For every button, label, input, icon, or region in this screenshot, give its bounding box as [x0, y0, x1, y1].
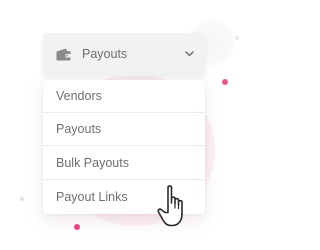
payouts-dropdown-illustration: Payouts Vendors Payouts Bulk Payouts Pay… [0, 0, 250, 250]
menu-item-label: Vendors [56, 89, 102, 103]
menu-divider [43, 179, 205, 180]
decorative-pink-dot [222, 79, 228, 85]
menu-item-label: Payout Links [56, 190, 128, 204]
menu-item-vendors[interactable]: Vendors [43, 80, 205, 113]
wallet-icon [56, 48, 71, 61]
chevron-down-icon[interactable] [185, 51, 194, 57]
menu-item-payouts[interactable]: Payouts [43, 113, 205, 146]
dropdown-selected-label: Payouts [82, 47, 128, 61]
menu-item-bulk-payouts[interactable]: Bulk Payouts [43, 147, 205, 180]
decorative-grey-dot [20, 197, 24, 201]
decorative-grey-dot [235, 36, 239, 40]
menu-item-label: Bulk Payouts [56, 156, 129, 170]
decorative-pink-dot [74, 224, 80, 230]
hand-pointer-icon [157, 185, 183, 227]
payouts-dropdown-toggle[interactable]: Payouts [43, 33, 205, 76]
menu-item-label: Payouts [56, 122, 102, 136]
menu-divider [43, 145, 205, 146]
